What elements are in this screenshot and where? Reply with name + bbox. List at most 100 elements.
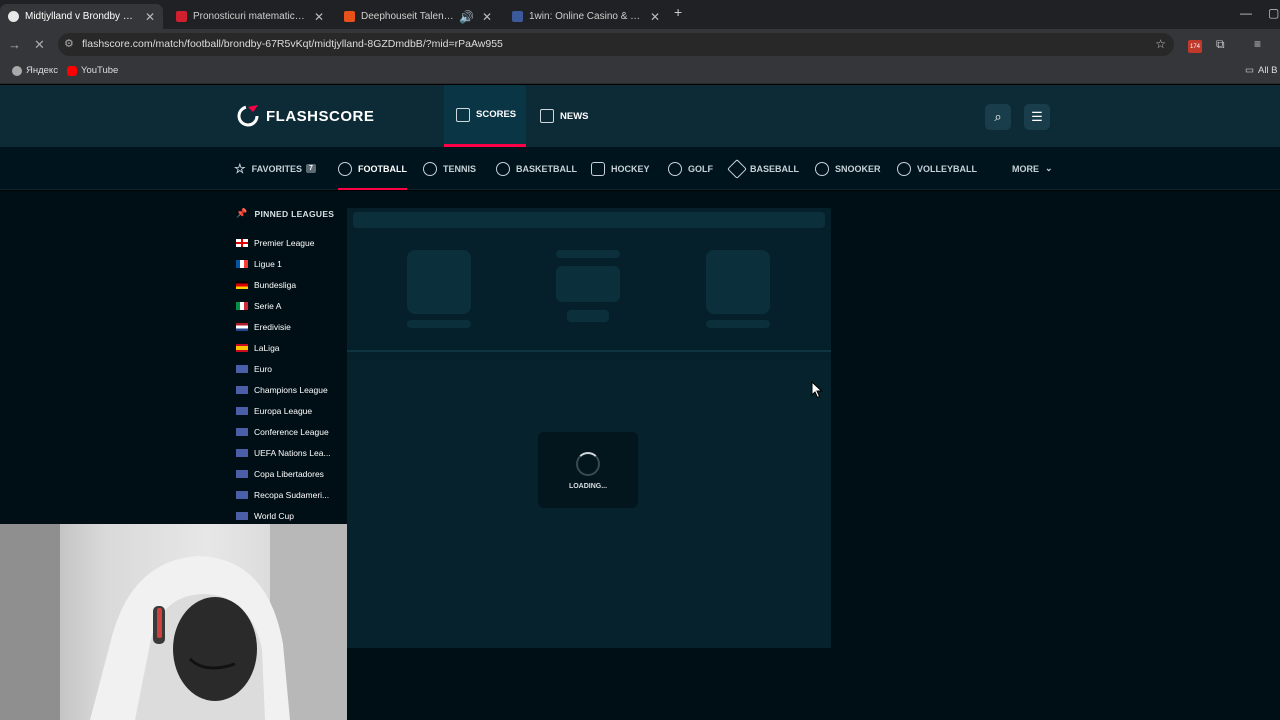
sport-label: VOLLEYBALL <box>917 163 977 174</box>
maximize-icon[interactable]: ▢ <box>1268 6 1279 20</box>
sport-snooker[interactable]: SNOOKER <box>815 147 881 190</box>
home-team-logo-placeholder <box>407 250 471 314</box>
favorites-count-badge: 7 <box>306 164 316 173</box>
away-team-name-placeholder <box>706 320 770 328</box>
league-conference-league[interactable]: Conference League <box>236 427 340 437</box>
menu-button[interactable]: ☰ <box>1024 104 1050 130</box>
sports-navigation: ☆ FAVORITES 7 FOOTBALL TENNIS BASKETBALL… <box>0 147 1280 190</box>
tab-title: Pronosticuri matematice de fot <box>193 11 306 22</box>
league-laliga[interactable]: LaLiga <box>236 343 340 353</box>
sport-tennis[interactable]: TENNIS <box>423 147 476 190</box>
league-eredivisie[interactable]: Eredivisie <box>236 322 340 332</box>
close-tab-icon[interactable]: ✕ <box>145 10 155 24</box>
stop-loading-icon[interactable]: ✕ <box>34 37 45 53</box>
world-flag-icon <box>236 365 248 373</box>
league-label: Serie A <box>254 301 282 311</box>
world-flag-icon <box>236 449 248 457</box>
site-favicon-icon <box>176 11 187 22</box>
divider <box>347 350 831 352</box>
sport-hockey[interactable]: HOCKEY <box>591 147 650 190</box>
youtube-favicon-icon <box>344 11 355 22</box>
browser-tab-0[interactable]: Midtjylland v Brondby 01/03/20 ✕ <box>0 4 163 29</box>
close-tab-icon[interactable]: ✕ <box>314 10 324 24</box>
league-ligue-1[interactable]: Ligue 1 <box>236 259 340 269</box>
reading-list-icon[interactable]: ≡ <box>1254 37 1261 51</box>
sport-more[interactable]: MORE ⌄ <box>1012 147 1053 190</box>
sport-golf[interactable]: GOLF <box>668 147 713 190</box>
league-label: Premier League <box>254 238 315 248</box>
league-serie-a[interactable]: Serie A <box>236 301 340 311</box>
speaker-icon[interactable]: 🔊 <box>459 10 474 24</box>
browser-tab-3[interactable]: 1win: Online Casino & Sport Be ✕ <box>504 4 668 29</box>
volleyball-icon <box>897 161 911 176</box>
minimize-icon[interactable]: — <box>1240 6 1252 20</box>
world-flag-icon <box>236 470 248 478</box>
flashscore-logo[interactable]: FLASHSCORE <box>236 104 374 128</box>
sport-label: FAVORITES <box>251 163 302 174</box>
hockey-icon <box>591 161 605 176</box>
world-flag-icon <box>236 386 248 394</box>
league-uefa-nations-league[interactable]: UEFA Nations Lea... <box>236 448 340 458</box>
league-label: Ligue 1 <box>254 259 282 269</box>
brand-name: FLASHSCORE <box>266 107 375 125</box>
yandex-icon <box>12 65 22 76</box>
league-copa-libertadores[interactable]: Copa Libertadores <box>236 469 340 479</box>
loading-indicator: LOADING... <box>538 432 638 508</box>
league-europa-league[interactable]: Europa League <box>236 406 340 416</box>
snooker-icon <box>815 161 829 176</box>
bookmark-star-icon[interactable]: ☆ <box>1155 33 1166 56</box>
extension-calendar-icon[interactable]: 174 <box>1188 37 1202 53</box>
browser-tab-strip: Midtjylland v Brondby 01/03/20 ✕ Pronost… <box>0 0 1280 29</box>
search-icon: ⌕ <box>994 109 1002 124</box>
folder-icon: ▭ <box>1245 65 1254 76</box>
league-bundesliga[interactable]: Bundesliga <box>236 280 340 290</box>
url-field[interactable]: ⚙ flashscore.com/match/football/brondby-… <box>58 33 1174 56</box>
flashscore-logo-icon <box>237 105 259 127</box>
sport-label: FOOTBALL <box>358 163 407 174</box>
sport-volleyball[interactable]: VOLLEYBALL <box>897 147 977 190</box>
bookmarks-bar: Яндекс YouTube ▭ All B <box>0 60 1280 84</box>
world-flag-icon <box>236 428 248 436</box>
flashscore-favicon-icon <box>8 11 19 22</box>
star-icon: ☆ <box>234 160 246 176</box>
bookmark-yandex[interactable]: Яндекс <box>12 65 58 76</box>
sport-basketball[interactable]: BASKETBALL <box>496 147 577 190</box>
extensions-puzzle-icon[interactable]: ⧉ <box>1216 37 1225 52</box>
nav-label: SCORES <box>476 109 517 120</box>
away-team-logo-placeholder <box>706 250 770 314</box>
forward-icon[interactable]: → <box>8 37 21 52</box>
new-tab-button[interactable]: + <box>674 4 682 20</box>
league-label: LaLiga <box>254 343 280 353</box>
bookmark-youtube[interactable]: YouTube <box>67 65 118 76</box>
league-label: Conference League <box>254 427 329 437</box>
tennis-icon <box>423 161 437 176</box>
close-tab-icon[interactable]: ✕ <box>482 10 492 24</box>
league-champions-league[interactable]: Champions League <box>236 385 340 395</box>
sport-baseball[interactable]: BASEBALL <box>727 147 799 190</box>
close-tab-icon[interactable]: ✕ <box>650 10 660 24</box>
site-header: FLASHSCORE SCORES NEWS ⌕ ☰ <box>0 85 1280 147</box>
league-euro[interactable]: Euro <box>236 364 340 374</box>
webcam-person-image <box>0 524 347 720</box>
site-settings-icon[interactable]: ⚙ <box>64 33 74 56</box>
nav-news[interactable]: NEWS <box>540 85 589 147</box>
youtube-icon <box>67 65 77 76</box>
league-world-cup[interactable]: World Cup <box>236 511 340 521</box>
url-text: flashscore.com/match/football/brondby-67… <box>82 38 503 50</box>
date-placeholder <box>556 250 620 258</box>
scores-icon <box>456 107 470 122</box>
score-placeholder <box>556 266 620 302</box>
skeleton-bar <box>353 212 825 228</box>
browser-tab-1[interactable]: Pronosticuri matematice de fot ✕ <box>168 4 332 29</box>
nav-scores[interactable]: SCORES <box>444 85 526 147</box>
home-team-name-placeholder <box>407 320 471 328</box>
league-premier-league[interactable]: Premier League <box>236 238 340 248</box>
sport-football[interactable]: FOOTBALL <box>338 147 407 190</box>
league-recopa-sudamericana[interactable]: Recopa Sudameri... <box>236 490 340 500</box>
all-bookmarks[interactable]: ▭ All B <box>1245 65 1278 76</box>
loading-text: LOADING... <box>568 483 608 490</box>
tab-title: Deephouseit Talent Mix - d <box>361 11 455 22</box>
browser-tab-2[interactable]: Deephouseit Talent Mix - d 🔊 ✕ <box>336 4 500 29</box>
search-button[interactable]: ⌕ <box>985 104 1011 130</box>
sport-favorites[interactable]: ☆ FAVORITES 7 <box>234 147 316 190</box>
